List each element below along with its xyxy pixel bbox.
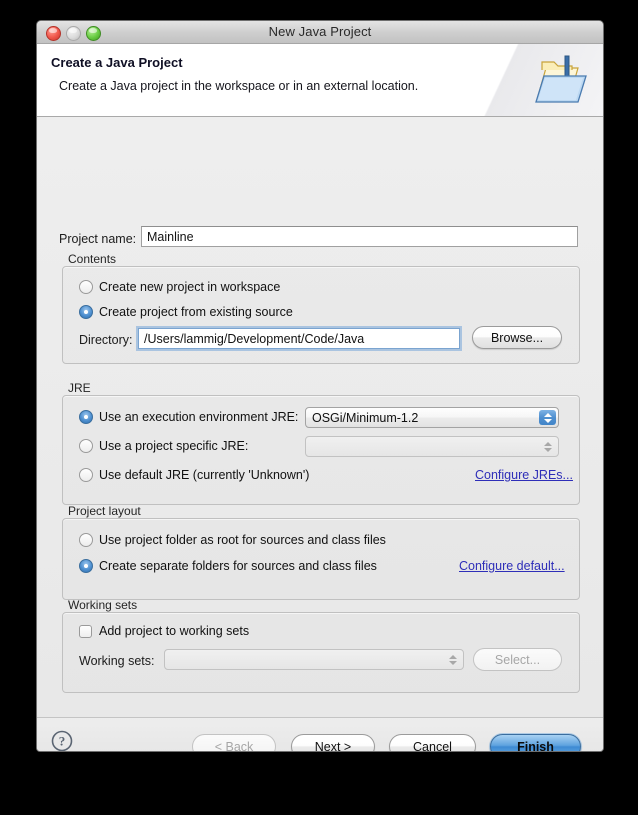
help-icon[interactable]: ? (51, 730, 73, 752)
radio-create-new-project[interactable] (79, 280, 93, 294)
working-sets-combo (164, 649, 464, 670)
project-name-label: Project name: (59, 232, 137, 246)
radio-project-specific-jre-label: Use a project specific JRE: (99, 439, 249, 453)
project-layout-legend: Project layout (68, 504, 141, 518)
radio-project-folder-root-label: Use project folder as root for sources a… (99, 533, 386, 547)
configure-default-link[interactable]: Configure default... (459, 559, 565, 573)
next-button[interactable]: Next > (291, 734, 375, 751)
radio-create-from-existing-source-label: Create project from existing source (99, 305, 293, 319)
finish-button[interactable]: Finish (490, 734, 581, 751)
page-title: Create a Java Project (51, 55, 183, 70)
working-sets-select-button: Select... (473, 648, 562, 671)
add-to-working-sets-checkbox[interactable] (79, 625, 92, 638)
radio-project-specific-jre[interactable] (79, 439, 93, 453)
working-sets-stepper-icon (444, 652, 461, 667)
radio-default-jre-label: Use default JRE (currently 'Unknown') (99, 468, 310, 482)
new-java-project-dialog: New Java Project Create a Java Project C… (36, 20, 604, 752)
radio-execution-environment-jre[interactable] (79, 410, 93, 424)
project-name-value: Mainline (147, 229, 194, 244)
execution-environment-value: OSGi/Minimum-1.2 (312, 410, 419, 425)
directory-label: Directory: (79, 333, 133, 347)
radio-create-from-existing-source[interactable] (79, 305, 93, 319)
combo-stepper-icon-disabled (539, 439, 556, 454)
radio-separate-folders[interactable] (79, 559, 93, 573)
dialog-body: Project name: Mainline Contents Create n… (37, 117, 603, 749)
back-button: < Back (192, 734, 276, 751)
dialog-footer: ? < Back Next > Cancel Finish (37, 717, 603, 752)
working-sets-legend: Working sets (68, 598, 138, 612)
window-title: New Java Project (268, 24, 372, 39)
project-specific-jre-combo (305, 436, 559, 457)
add-to-working-sets-label: Add project to working sets (99, 624, 250, 638)
combo-stepper-icon[interactable] (539, 410, 556, 425)
window-titlebar[interactable]: New Java Project (37, 21, 603, 44)
java-project-folder-icon (535, 55, 587, 103)
page-subtitle: Create a Java project in the workspace o… (59, 79, 419, 93)
jre-legend: JRE (68, 381, 91, 395)
configure-jres-link[interactable]: Configure JREs... (475, 468, 573, 482)
svg-text:?: ? (59, 734, 66, 749)
contents-legend: Contents (68, 252, 117, 266)
working-sets-combo-label: Working sets: (79, 654, 155, 668)
cancel-button[interactable]: Cancel (389, 734, 476, 751)
execution-environment-combo[interactable]: OSGi/Minimum-1.2 (305, 407, 559, 428)
radio-execution-environment-jre-label: Use an execution environment JRE: (99, 410, 299, 424)
browse-button[interactable]: Browse... (472, 326, 562, 349)
dialog-header: Create a Java Project Create a Java proj… (37, 44, 603, 117)
radio-create-new-project-label: Create new project in workspace (99, 280, 281, 294)
radio-default-jre[interactable] (79, 468, 93, 482)
radio-separate-folders-label: Create separate folders for sources and … (99, 559, 377, 573)
directory-value: /Users/lammig/Development/Code/Java (144, 331, 365, 346)
radio-project-folder-root[interactable] (79, 533, 93, 547)
directory-input[interactable]: /Users/lammig/Development/Code/Java (138, 328, 460, 349)
project-name-input[interactable]: Mainline (141, 226, 578, 247)
